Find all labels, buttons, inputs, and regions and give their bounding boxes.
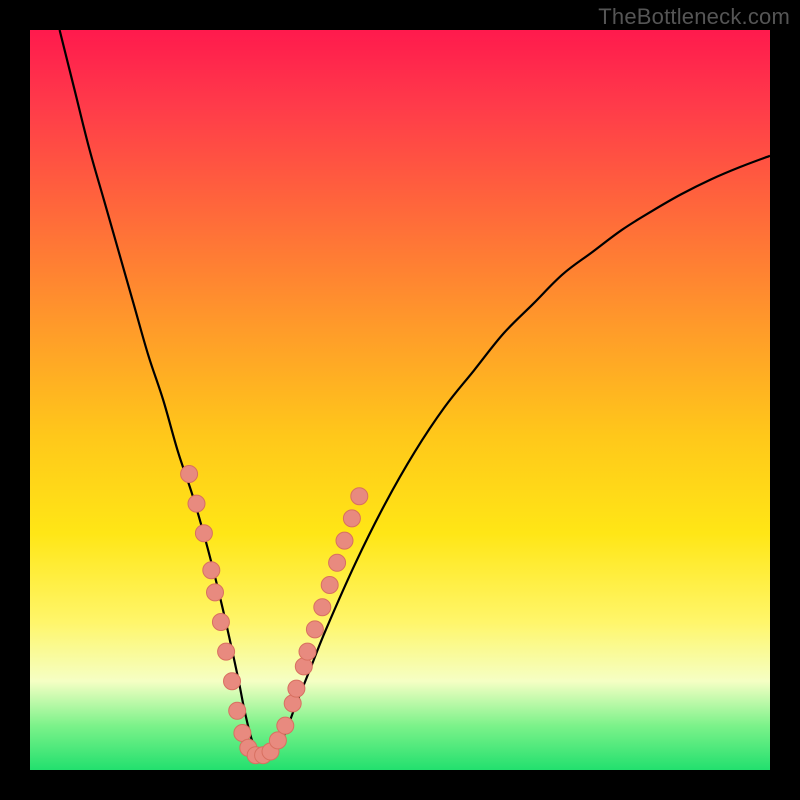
data-dot [314,599,331,616]
data-dot [351,488,368,505]
data-dot [218,643,235,660]
data-dot [195,525,212,542]
data-dot [288,680,305,697]
data-dots [181,466,368,764]
data-dot [229,702,246,719]
bottleneck-curve [60,30,770,757]
data-dot [224,673,241,690]
data-dot [277,717,294,734]
chart-svg [30,30,770,770]
data-dot [336,532,353,549]
watermark-text: TheBottleneck.com [598,4,790,30]
plot-area [30,30,770,770]
data-dot [343,510,360,527]
data-dot [321,577,338,594]
data-dot [203,562,220,579]
data-dot [207,584,224,601]
data-dot [295,658,312,675]
data-dot [188,495,205,512]
data-dot [306,621,323,638]
data-dot [212,614,229,631]
outer-frame: TheBottleneck.com [0,0,800,800]
data-dot [329,554,346,571]
data-dot [299,643,316,660]
data-dot [284,695,301,712]
data-dot [181,466,198,483]
